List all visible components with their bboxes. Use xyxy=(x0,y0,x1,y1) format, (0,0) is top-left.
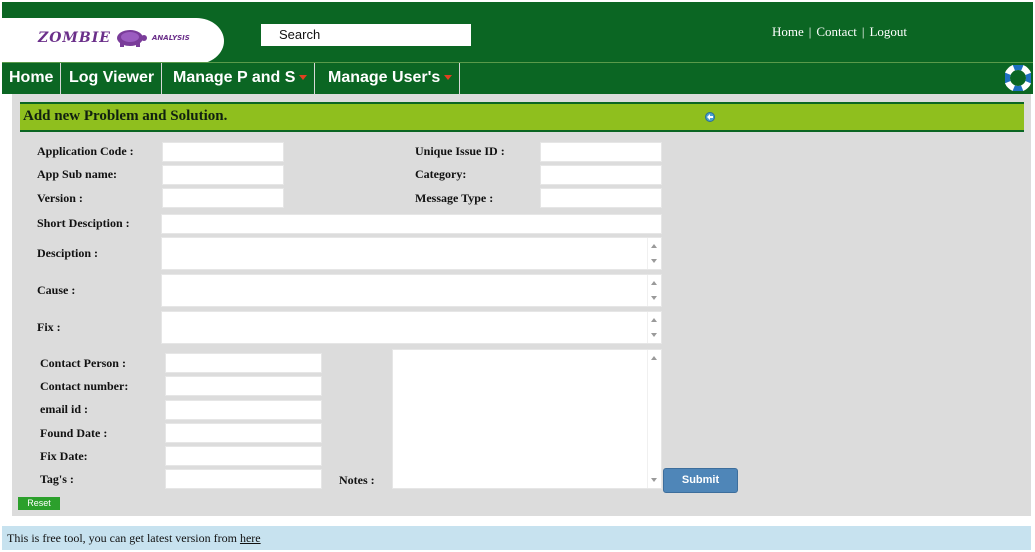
dropdown-arrow-icon xyxy=(299,75,308,81)
fix-label: Fix : xyxy=(37,320,61,334)
app-sub-name-input[interactable] xyxy=(162,165,284,185)
top-link-logout[interactable]: Logout xyxy=(869,24,907,39)
nav-item-log-viewer[interactable]: Log Viewer xyxy=(62,63,163,94)
tags-label: Tag's : xyxy=(40,472,74,486)
unique-issue-id-label: Unique Issue ID : xyxy=(415,144,505,158)
short-description-input[interactable] xyxy=(161,214,662,234)
page-title: Add new Problem and Solution. xyxy=(23,108,228,124)
top-link-contact[interactable]: Contact xyxy=(816,24,856,39)
lifebuoy-help-icon[interactable] xyxy=(1005,65,1031,91)
cause-textarea[interactable] xyxy=(161,274,662,307)
message-type-input[interactable] xyxy=(540,188,662,208)
cause-label: Cause : xyxy=(37,283,76,297)
dropdown-arrow-icon xyxy=(444,75,453,81)
version-label: Version : xyxy=(37,191,83,205)
application-code-label: Application Code : xyxy=(37,144,134,158)
tags-input[interactable] xyxy=(165,469,322,489)
app-sub-name-label: App Sub name: xyxy=(37,167,118,181)
footer-link-here[interactable]: here xyxy=(240,531,261,545)
found-date-label: Found Date : xyxy=(40,426,108,440)
email-label: email id : xyxy=(40,402,88,416)
scrollbar[interactable] xyxy=(647,350,661,488)
category-label: Category: xyxy=(415,167,467,181)
contact-number-label: Contact number: xyxy=(40,379,129,393)
top-link-home[interactable]: Home xyxy=(772,24,804,39)
reset-button[interactable]: Reset xyxy=(18,497,60,510)
found-date-input[interactable] xyxy=(165,423,322,443)
refresh-icon[interactable] xyxy=(703,111,717,123)
message-type-label: Message Type : xyxy=(415,191,494,205)
fix-textarea[interactable] xyxy=(161,311,662,344)
section-header: Add new Problem and Solution. xyxy=(20,102,1024,132)
scrollbar[interactable] xyxy=(647,275,661,306)
fix-date-label: Fix Date: xyxy=(40,449,88,463)
nav-item-home[interactable]: Home xyxy=(2,63,62,94)
notes-label: Notes : xyxy=(339,473,375,487)
turtle-logo-icon xyxy=(117,30,147,47)
category-input[interactable] xyxy=(540,165,662,185)
scrollbar[interactable] xyxy=(647,312,661,343)
short-description-label: Short Desciption : xyxy=(37,216,130,230)
fix-date-input[interactable] xyxy=(165,446,322,466)
contact-person-input[interactable] xyxy=(165,353,322,373)
top-links: Home | Contact | Logout xyxy=(772,24,907,39)
contact-person-label: Contact Person : xyxy=(40,356,126,370)
form-panel: Add new Problem and Solution. Applicatio… xyxy=(12,94,1031,516)
unique-issue-id-input[interactable] xyxy=(540,142,662,162)
nav-item-manage-p-and-s[interactable]: Manage P and S xyxy=(166,63,316,94)
scrollbar[interactable] xyxy=(647,238,661,269)
description-textarea[interactable] xyxy=(161,237,662,270)
notes-textarea[interactable] xyxy=(392,349,662,489)
description-label: Desciption : xyxy=(37,246,98,260)
logo-text: ZOMBIE xyxy=(38,30,111,46)
logo[interactable]: ZOMBIE ANALYSIS xyxy=(2,18,224,64)
search-input[interactable]: Search xyxy=(261,24,471,46)
application-code-input[interactable] xyxy=(162,142,284,162)
main-nav: Home Log Viewer Manage P and S Manage Us… xyxy=(2,62,1033,94)
version-input[interactable] xyxy=(162,188,284,208)
header: ZOMBIE ANALYSIS Search Home | Contact | Logo… xyxy=(2,2,1033,64)
nav-item-manage-users[interactable]: Manage User's xyxy=(321,63,461,94)
email-input[interactable] xyxy=(165,400,322,420)
contact-number-input[interactable] xyxy=(165,376,322,396)
footer-text: This is free tool, you can get latest ve… xyxy=(7,531,240,545)
footer: This is free tool, you can get latest ve… xyxy=(2,526,1031,550)
logo-subtext: ANALYSIS xyxy=(152,34,190,42)
submit-button[interactable]: Submit xyxy=(663,468,738,493)
